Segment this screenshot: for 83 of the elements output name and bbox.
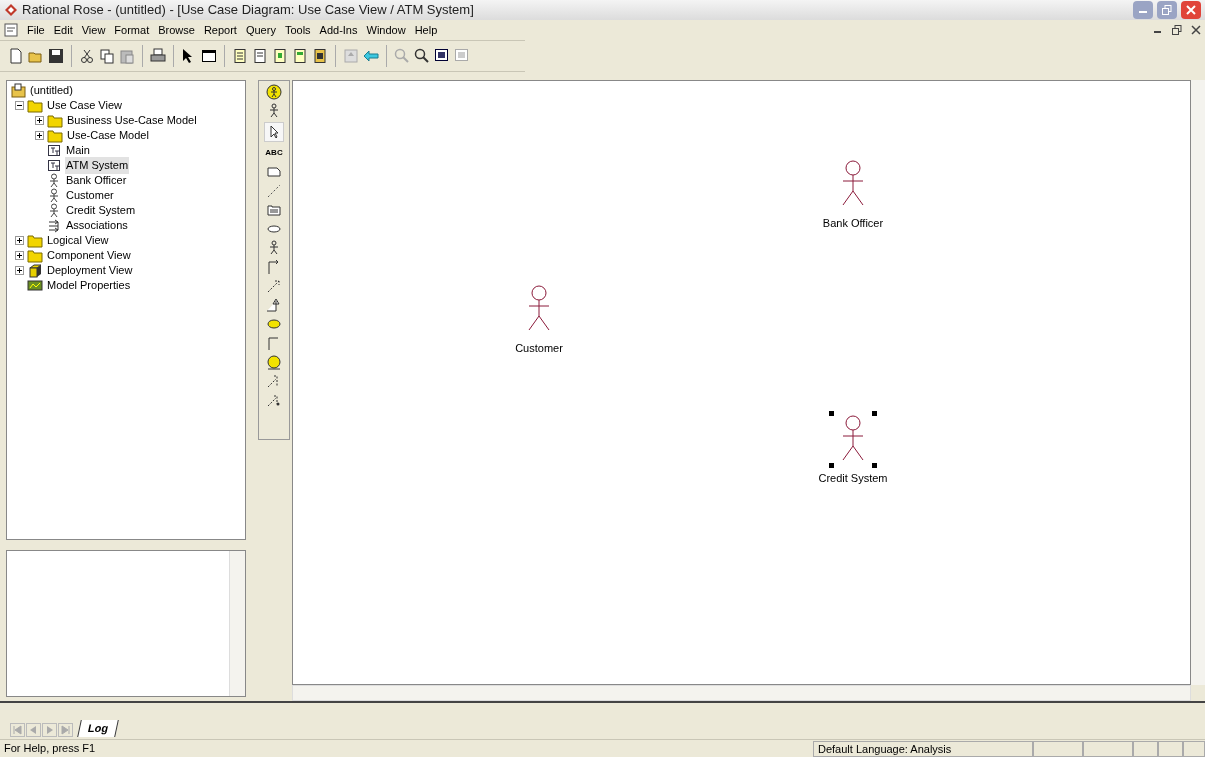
dependency-arrow-icon[interactable] <box>266 392 282 408</box>
status-text: For Help, press F1 <box>3 741 97 757</box>
expand-icon[interactable] <box>15 236 24 245</box>
zoom-out-icon[interactable] <box>414 48 430 64</box>
new-file-icon[interactable] <box>8 48 24 64</box>
diamond-logo-icon <box>4 3 18 17</box>
expand-icon[interactable] <box>15 251 24 260</box>
folder-icon <box>47 113 63 128</box>
restore-icon <box>1162 5 1172 15</box>
scissors-icon[interactable] <box>79 48 95 64</box>
document-icon[interactable] <box>312 48 328 64</box>
package-icon[interactable] <box>266 202 282 218</box>
tree-item[interactable]: Credit System <box>65 202 137 219</box>
menu-item[interactable]: Format <box>114 21 150 39</box>
menu-item[interactable]: Query <box>245 21 276 39</box>
document-menu-icon[interactable] <box>4 23 18 37</box>
back-arrow-icon[interactable] <box>363 48 379 64</box>
document-icon[interactable] <box>272 48 288 64</box>
document-icon[interactable] <box>252 48 268 64</box>
expand-icon[interactable] <box>15 266 24 275</box>
expand-icon[interactable] <box>35 116 44 125</box>
close-button[interactable] <box>1181 1 1201 19</box>
tree-item[interactable]: Associations <box>65 217 129 234</box>
menu-item[interactable]: Tools <box>284 21 311 39</box>
menu-item[interactable]: File <box>27 21 45 39</box>
menu-item[interactable]: Add-Ins <box>319 21 358 39</box>
tree-item[interactable]: Main <box>65 142 91 159</box>
actor-label: Customer <box>515 341 563 356</box>
close-document-icon[interactable] <box>1191 25 1201 35</box>
associations-icon <box>47 218 62 233</box>
package-icon <box>11 83 26 98</box>
tree-item[interactable]: Component View <box>46 247 132 264</box>
expand-icon[interactable] <box>35 131 44 140</box>
copy-icon[interactable] <box>99 48 115 64</box>
cube-icon <box>27 263 43 278</box>
document-icon[interactable] <box>232 48 248 64</box>
actor-label: Bank Officer <box>822 216 884 231</box>
tree-item[interactable]: Business Use-Case Model <box>66 112 198 129</box>
status-pane <box>1183 740 1205 757</box>
tree-item[interactable]: (untitled) <box>29 82 74 99</box>
window-icon[interactable] <box>201 48 217 64</box>
tree-item[interactable]: Logical View <box>46 232 110 249</box>
note-icon[interactable] <box>266 164 282 180</box>
actor-figure[interactable] <box>829 411 877 468</box>
folder-icon <box>27 98 43 113</box>
menu-item[interactable]: Browse <box>158 21 195 39</box>
vertical-scrollbar[interactable] <box>1191 80 1205 685</box>
printer-icon[interactable] <box>150 48 166 64</box>
folder-icon <box>27 233 43 248</box>
document-icon[interactable] <box>292 48 308 64</box>
text-tool[interactable]: ABC <box>265 145 283 161</box>
menu-item[interactable]: Window <box>366 21 406 39</box>
menu-item[interactable]: Help <box>414 21 438 39</box>
generalization-arrow-icon[interactable] <box>266 297 282 313</box>
tree-item[interactable]: Model Properties <box>46 277 132 294</box>
restore-document-icon[interactable] <box>1172 25 1182 35</box>
menu-item[interactable]: Report <box>203 21 237 39</box>
folder-icon <box>27 248 43 263</box>
close-icon <box>1186 5 1196 15</box>
status-pane <box>1033 740 1083 757</box>
collapse-icon[interactable] <box>15 101 24 110</box>
use-case-icon[interactable] <box>266 316 282 332</box>
log-tab[interactable]: Log <box>77 720 119 737</box>
language-status: Default Language: Analysis <box>813 740 1033 757</box>
tree-item[interactable]: Use-Case Model <box>66 127 150 144</box>
tree-item[interactable]: ATM System <box>65 157 130 174</box>
tree-item[interactable]: Use Case View <box>46 97 123 114</box>
window-title: Rational Rose - (untitled) - [Use Case Diagram: Use Case View / ATM System] <box>22 1 475 20</box>
folder-icon <box>47 128 63 143</box>
menu-item[interactable]: Edit <box>53 21 73 39</box>
properties-icon <box>27 278 43 293</box>
tree-item[interactable]: Customer <box>65 187 115 204</box>
status-pane <box>1158 740 1183 757</box>
save-icon[interactable] <box>48 48 64 64</box>
actor-label: Credit System <box>818 471 888 486</box>
menu-item[interactable]: View <box>81 21 106 39</box>
vertical-scrollbar[interactable] <box>229 551 245 696</box>
diagram-icon <box>47 143 62 158</box>
diagram-icon <box>47 158 62 173</box>
fit-window-icon[interactable] <box>434 48 450 64</box>
tree-item[interactable]: Deployment View <box>46 262 134 279</box>
horizontal-scrollbar[interactable] <box>292 685 1191 701</box>
tree-item[interactable]: Bank Officer <box>65 172 128 189</box>
